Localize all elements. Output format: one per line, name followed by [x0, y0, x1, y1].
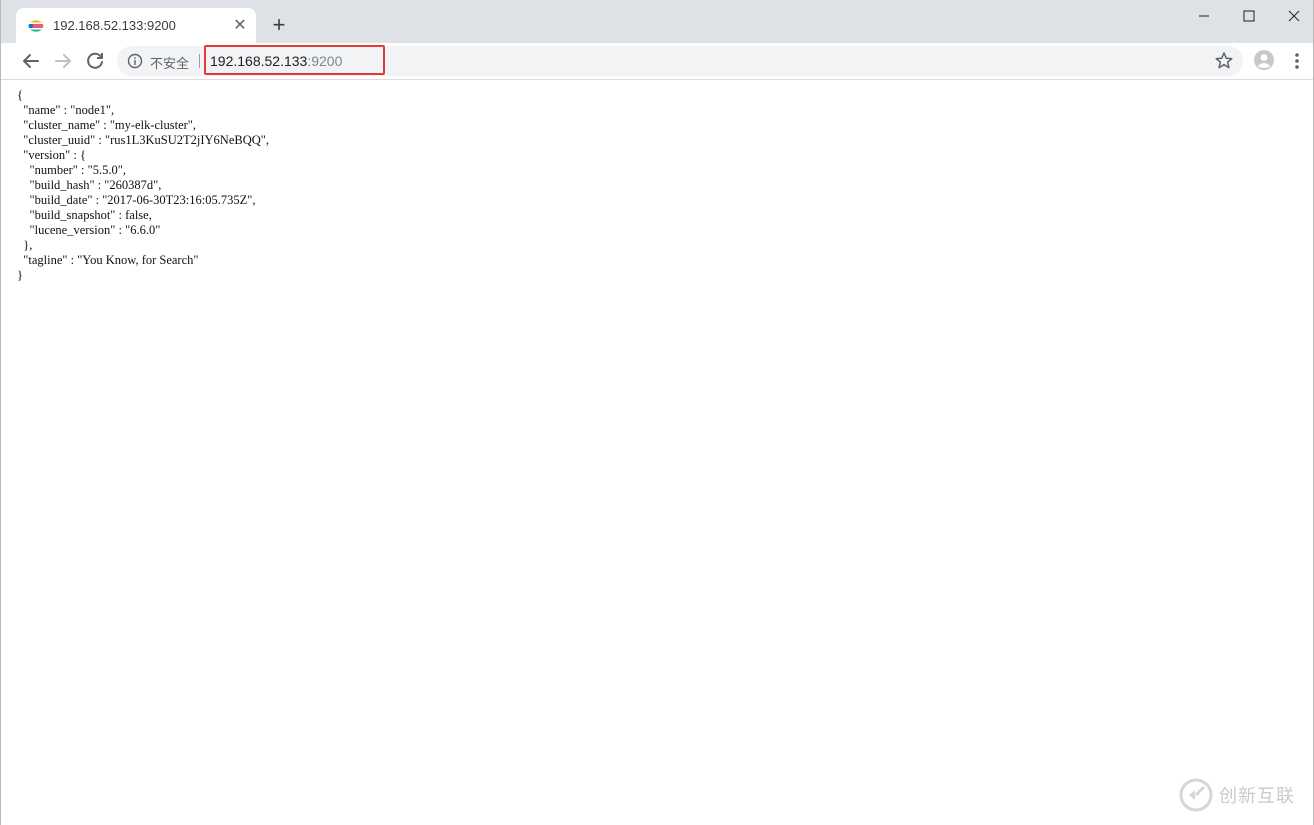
close-window-button[interactable]	[1271, 2, 1314, 30]
tab-active[interactable]: 192.168.52.133:9200 ✕	[16, 8, 256, 43]
back-button[interactable]	[19, 49, 43, 73]
elastic-logo-icon	[28, 18, 44, 34]
page-content: { "name" : "node1", "cluster_name" : "my…	[17, 88, 1297, 808]
forward-button[interactable]	[51, 49, 75, 73]
reload-button[interactable]	[83, 49, 107, 73]
profile-avatar-icon[interactable]	[1253, 49, 1275, 71]
maximize-button[interactable]	[1226, 2, 1272, 30]
minimize-button[interactable]	[1181, 2, 1227, 30]
new-tab-button[interactable]: +	[267, 14, 291, 38]
info-icon[interactable]	[127, 53, 143, 69]
tab-title: 192.168.52.133:9200	[53, 18, 176, 33]
browser-window: 192.168.52.133:9200 ✕ + 不安全 192.168.52.1…	[0, 0, 1314, 825]
watermark-logo-icon	[1179, 778, 1213, 812]
divider	[199, 54, 200, 68]
watermark-text: 创新互联	[1219, 786, 1295, 806]
json-response: { "name" : "node1", "cluster_name" : "my…	[17, 88, 269, 282]
title-bar: 192.168.52.133:9200 ✕ +	[1, 0, 1313, 43]
menu-kebab-icon[interactable]	[1287, 50, 1307, 72]
watermark: 创新互联	[1179, 778, 1295, 812]
bookmark-star-icon[interactable]	[1213, 50, 1235, 72]
tab-close-icon[interactable]: ✕	[230, 16, 250, 36]
security-label[interactable]: 不安全	[150, 53, 189, 72]
url-highlight-box	[204, 45, 385, 75]
browser-toolbar: 不安全 192.168.52.133:9200	[1, 43, 1313, 80]
